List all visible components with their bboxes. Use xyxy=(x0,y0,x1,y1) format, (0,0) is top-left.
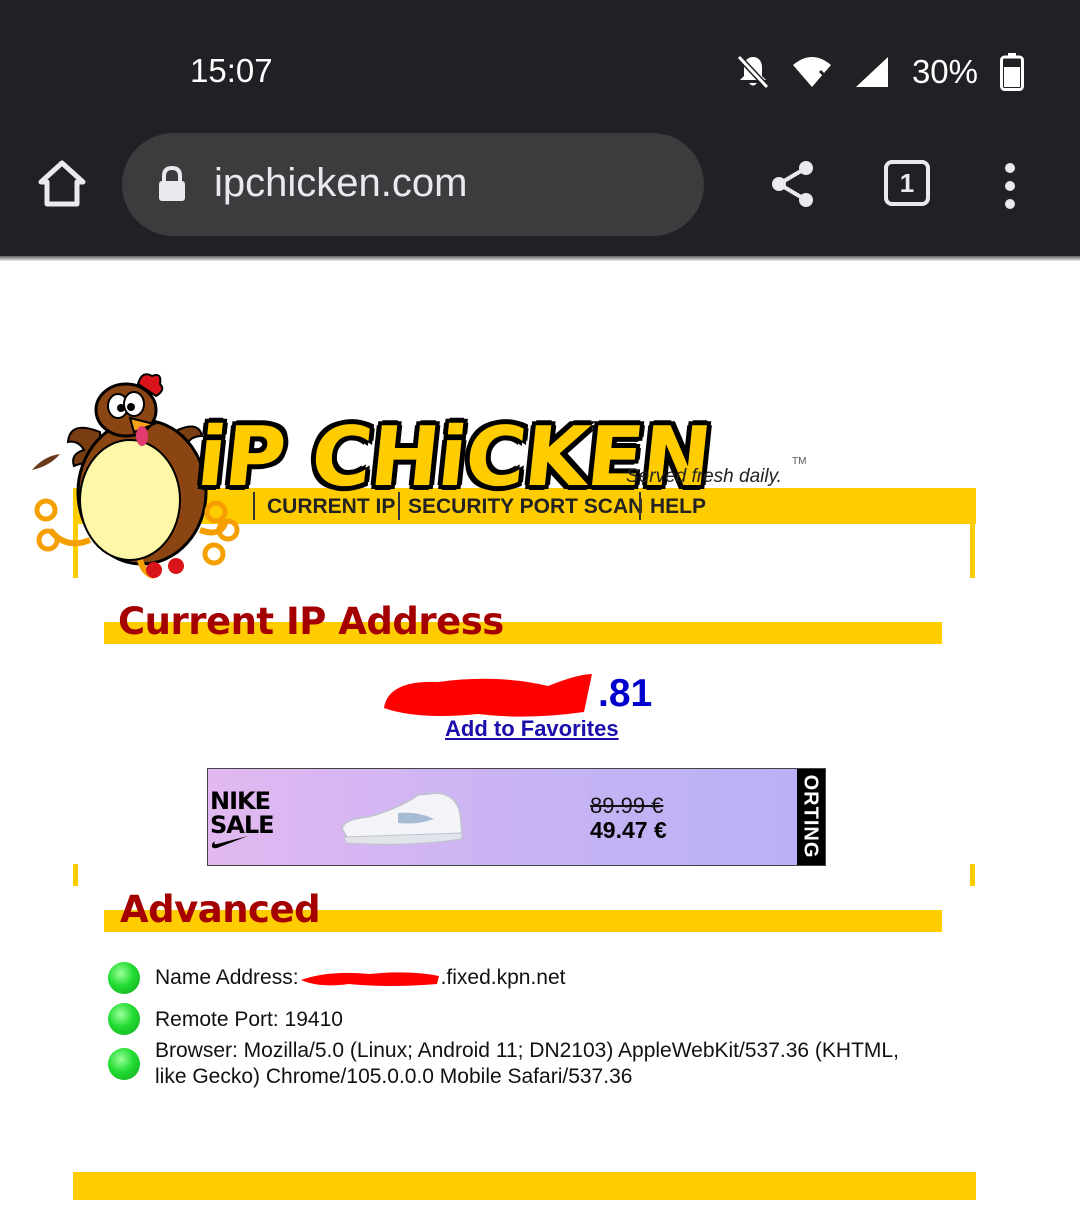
status-bar: 15:07 30% xyxy=(0,0,1080,130)
url-text[interactable]: ipchicken.com xyxy=(214,161,467,206)
signal-icon xyxy=(855,57,888,87)
status-icons: 30% xyxy=(736,50,1024,94)
redaction-scribble xyxy=(300,972,439,987)
advanced-frame-left xyxy=(73,864,78,886)
browser-toolbar: ipchicken.com 1 xyxy=(0,130,1080,256)
ad-brand: NIKE SALE xyxy=(210,787,275,839)
site-logo-text[interactable]: iP CHiCKEN xyxy=(193,410,715,505)
ad-brand-line1: NIKE xyxy=(210,787,271,815)
ad-brand-line2: SALE xyxy=(210,811,275,839)
trademark-mark: TM xyxy=(792,456,807,467)
ad-side-text: ORTING xyxy=(799,774,822,859)
battery-icon xyxy=(1000,53,1024,91)
remote-port-text: Remote Port: 19410 xyxy=(155,1008,343,1031)
green-status-dot-icon xyxy=(108,962,140,994)
lock-icon[interactable] xyxy=(157,166,187,202)
advanced-heading: Advanced xyxy=(120,888,321,931)
browser-line-2: like Gecko) Chrome/105.0.0.0 Mobile Safa… xyxy=(155,1065,633,1088)
notifications-off-icon xyxy=(736,54,770,90)
green-status-dot-icon xyxy=(108,1003,140,1035)
wifi-icon xyxy=(792,57,831,87)
ad-side-strip: ORTING xyxy=(797,769,825,865)
green-status-dot-icon xyxy=(108,1048,140,1080)
browser-line-1: Browser: Mozilla/5.0 (Linux; Android 11;… xyxy=(155,1039,899,1062)
footer-bar xyxy=(73,1172,976,1200)
nike-swoosh-icon xyxy=(211,836,248,849)
advanced-frame-right xyxy=(970,864,975,886)
share-icon[interactable] xyxy=(770,160,816,208)
tab-switcher-button[interactable]: 1 xyxy=(884,160,930,206)
ad-sale-price: 49.47 € xyxy=(590,817,667,843)
name-address-label: Name Address: xyxy=(155,966,299,989)
sneaker-image-icon xyxy=(341,792,463,845)
name-address-text: Name Address: .fixed.kpn.net xyxy=(155,965,566,991)
url-bar[interactable]: ipchicken.com xyxy=(122,133,704,236)
browser-text: Browser: Mozilla/5.0 (Linux; Android 11;… xyxy=(155,1038,899,1090)
home-icon[interactable] xyxy=(36,158,88,210)
redaction-scribble xyxy=(384,674,592,717)
status-time: 15:07 xyxy=(190,52,273,89)
ad-old-price: 89.99 € xyxy=(590,793,664,818)
toolbar-shadow xyxy=(0,256,1080,261)
name-address-domain: .fixed.kpn.net xyxy=(440,966,566,989)
battery-percent: 30% xyxy=(911,53,978,90)
ip-address: .81 xyxy=(598,672,653,715)
current-ip-heading: Current IP Address xyxy=(118,600,504,643)
more-vert-icon[interactable] xyxy=(998,162,1022,210)
ad-banner[interactable]: NIKE SALE 89.99 € 49.47 € ORTING xyxy=(207,768,826,866)
site-tagline: Served fresh daily. xyxy=(626,466,782,487)
add-to-favorites-link[interactable]: Add to Favorites xyxy=(445,716,619,742)
